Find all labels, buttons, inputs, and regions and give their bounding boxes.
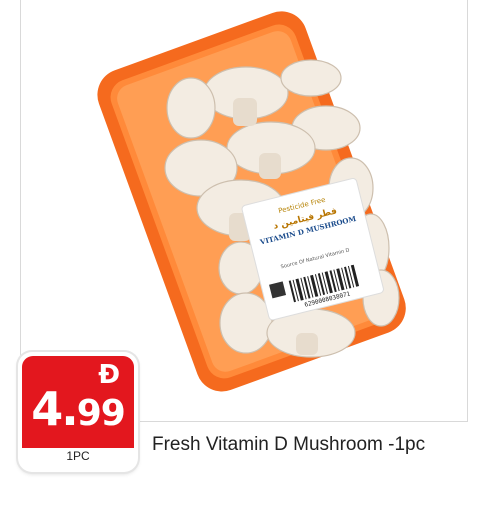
price-decimal: 99 [76,393,126,434]
unit-label: 1PC [66,449,90,463]
currency-symbol: Đ [98,360,120,390]
price-tag-panel: Đ 4.99 [22,356,134,448]
product-title[interactable]: Fresh Vitamin D Mushroom -1pc [152,433,425,457]
product-image: Pesticide Free فطر فيتامين د VITAMIN D M… [97,11,406,392]
price-badge: Đ 4.99 1PC [18,352,138,472]
price-value: 4.99 [22,386,134,432]
price-integer: 4. [31,382,79,436]
